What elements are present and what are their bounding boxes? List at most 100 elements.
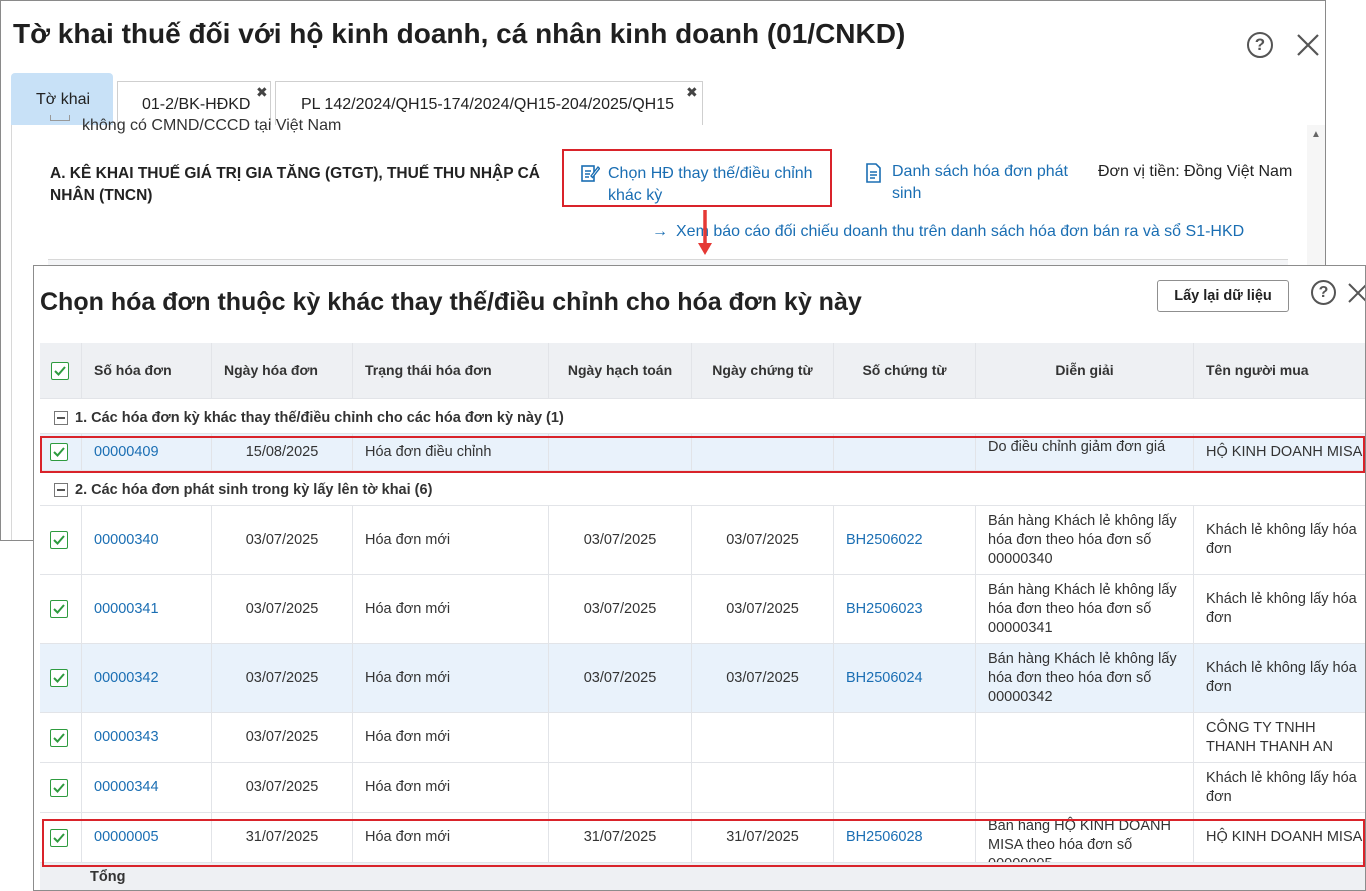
column-header: Diễn giải	[1055, 362, 1114, 378]
description-text: Bán hàng Khách lẻ không lấy hóa đơn theo…	[988, 650, 1177, 705]
help-icon[interactable]: ?	[1311, 280, 1336, 305]
col-buyer[interactable]: Tên người mua	[1194, 343, 1365, 398]
col-voucher-date[interactable]: Ngày chứng từ	[692, 343, 834, 398]
reload-data-button[interactable]: Lấy lại dữ liệu	[1157, 280, 1289, 312]
select-all-checkbox[interactable]	[51, 361, 69, 380]
table-row[interactable]: 00000344 03/07/2025 Hóa đơn mới Khách lẻ kh…	[40, 763, 1365, 813]
revenue-report-link[interactable]: → Xem báo cáo đối chiếu doanh thu trên da…	[652, 223, 1244, 241]
invoice-no-link[interactable]: 00000340	[82, 531, 159, 550]
collapse-icon[interactable]	[54, 483, 68, 497]
row-checkbox[interactable]	[50, 828, 68, 847]
col-posting-date[interactable]: Ngày hạch toán	[549, 343, 692, 398]
collapse-icon[interactable]	[54, 411, 68, 425]
invoice-no-link[interactable]: 00000341	[82, 600, 159, 619]
close-icon[interactable]	[1295, 32, 1321, 58]
row-checkbox[interactable]	[50, 531, 68, 549]
table-row[interactable]: 00000341 03/07/2025 Hóa đơn mới 03/07/2025 0…	[40, 575, 1365, 644]
invoice-date-text: 03/07/2025	[245, 600, 319, 617]
voucher-date-cell	[692, 713, 834, 762]
section-a-title: A. KÊ KHAI THUẾ GIÁ TRỊ GIA TĂNG (GTGT),…	[50, 165, 540, 204]
column-header: Tên người mua	[1206, 362, 1309, 378]
scroll-up-icon[interactable]: ▲	[1311, 129, 1321, 140]
table-row[interactable]: 00000340 03/07/2025 Hóa đơn mới 03/07/2025 0…	[40, 506, 1365, 575]
status-text: Hóa đơn mới	[365, 779, 451, 795]
row-checkbox[interactable]	[50, 728, 68, 747]
arrow-right-icon: →	[652, 223, 668, 240]
table-row[interactable]: 00000343 03/07/2025 Hóa đơn mới CÔNG TY TNH…	[40, 713, 1365, 763]
voucher-no-cell: BH2506022	[834, 506, 976, 574]
row-checkbox[interactable]	[50, 443, 68, 461]
posting-date-cell: 03/07/2025	[549, 575, 692, 643]
description-text	[976, 713, 994, 717]
voucher-no-link[interactable]: BH2506028	[834, 828, 923, 847]
buyer-text: HỘ KINH DOANH MISA	[1206, 443, 1363, 460]
status-text: Hóa đơn điều chỉnh	[365, 443, 492, 460]
column-header: Ngày chứng từ	[712, 362, 813, 378]
tab-label: PL 142/2024/QH15-174/2024/QH15-204/2025/…	[301, 96, 675, 113]
invoice-no-cell: 00000344	[82, 763, 212, 812]
row-checkbox[interactable]	[50, 600, 68, 618]
column-header: Số chứng từ	[862, 362, 947, 378]
select-cell	[40, 763, 82, 812]
description-text: Bán hàng Khách lẻ không lấy hóa đơn theo…	[988, 512, 1177, 567]
posting-date-cell	[549, 713, 692, 762]
edit-note-icon	[580, 163, 600, 183]
checkbox[interactable]	[50, 115, 70, 121]
buyer-cell: HỘ KINH DOANH MISA	[1194, 813, 1365, 862]
select-cell	[40, 713, 82, 762]
group-row-2: 2. Các hóa đơn phát sinh trong kỳ lấy lê…	[40, 471, 1365, 506]
invoice-date-cell: 03/07/2025	[212, 575, 353, 643]
voucher-date-text: 03/07/2025	[726, 600, 799, 617]
voucher-no-link[interactable]: BH2506024	[834, 669, 923, 688]
description-cell: Do điều chỉnh giảm đơn giá	[976, 434, 1194, 470]
total-row: Tổng	[40, 863, 1365, 890]
help-icon[interactable]: ?	[1247, 32, 1273, 58]
invoice-grid: Số hóa đơn Ngày hóa đơn Trạng thái hóa đ…	[40, 343, 1365, 890]
voucher-no-link[interactable]: BH2506022	[834, 531, 923, 550]
status-cell: Hóa đơn mới	[353, 644, 549, 712]
table-header-row: Số hóa đơn Ngày hóa đơn Trạng thái hóa đ…	[40, 343, 1365, 399]
col-invoice-date[interactable]: Ngày hóa đơn	[212, 343, 353, 398]
table-row[interactable]: 00000409 15/08/2025 Hóa đơn điều chỉnh Do đ…	[40, 434, 1365, 471]
col-invoice-no[interactable]: Số hóa đơn	[82, 343, 212, 398]
close-icon[interactable]	[1347, 282, 1365, 304]
invoice-date-text: 15/08/2025	[245, 443, 319, 460]
invoice-no-link[interactable]: 00000342	[82, 669, 159, 688]
link-label: Xem báo cáo đối chiếu doanh thu trên dan…	[676, 223, 1245, 240]
down-arrow-icon	[697, 210, 713, 256]
choose-replacement-invoice-link[interactable]: Chọn HĐ thay thế/điều chỉnh khác kỳ	[562, 149, 832, 207]
table-row[interactable]: 00000005 31/07/2025 Hóa đơn mới 31/07/2025 3…	[40, 813, 1365, 863]
col-description[interactable]: Diễn giải	[976, 343, 1194, 398]
buyer-cell: Khách lẻ không lấy hóa đơn	[1194, 575, 1365, 643]
voucher-no-cell: BH2506024	[834, 644, 976, 712]
invoice-no-link[interactable]: 00000005	[82, 828, 159, 847]
status-cell: Hóa đơn mới	[353, 575, 549, 643]
buyer-text: Khách lẻ không lấy hóa đơn	[1206, 660, 1357, 695]
group-label[interactable]: 1. Các hóa đơn kỳ khác thay thế/điều chỉ…	[54, 410, 564, 426]
description-text: Bán hàng Khách lẻ không lấy hóa đơn theo…	[988, 581, 1177, 636]
posting-date-text: 03/07/2025	[583, 600, 657, 617]
row-checkbox[interactable]	[50, 669, 68, 687]
invoice-date-cell: 03/07/2025	[212, 506, 353, 574]
invoice-no-link[interactable]: 00000343	[82, 728, 159, 747]
tab-close-icon[interactable]: ✖	[686, 84, 698, 101]
buyer-cell: Khách lẻ không lấy hóa đơn	[1194, 644, 1365, 712]
group-label[interactable]: 2. Các hóa đơn phát sinh trong kỳ lấy lê…	[54, 482, 432, 498]
status-text: Hóa đơn mới	[365, 829, 451, 845]
header-select-all[interactable]	[40, 343, 82, 398]
voucher-no-link[interactable]: BH2506023	[834, 600, 923, 619]
invoice-no-link[interactable]: 00000344	[82, 778, 159, 797]
row-checkbox[interactable]	[50, 778, 68, 797]
total-label: Tổng	[90, 869, 126, 885]
voucher-no-cell	[834, 434, 976, 470]
invoice-no-link[interactable]: 00000409	[82, 443, 159, 462]
voucher-date-cell	[692, 434, 834, 470]
buyer-cell: HỘ KINH DOANH MISA	[1194, 434, 1365, 470]
posting-date-text: 31/07/2025	[583, 829, 657, 845]
col-status[interactable]: Trạng thái hóa đơn	[353, 343, 549, 398]
col-voucher-no[interactable]: Số chứng từ	[834, 343, 976, 398]
buyer-text: Khách lẻ không lấy hóa đơn	[1206, 591, 1357, 626]
tab-close-icon[interactable]: ✖	[256, 84, 268, 101]
table-row[interactable]: 00000342 03/07/2025 Hóa đơn mới 03/07/2025 0…	[40, 644, 1365, 713]
invoice-date-cell: 03/07/2025	[212, 713, 353, 762]
